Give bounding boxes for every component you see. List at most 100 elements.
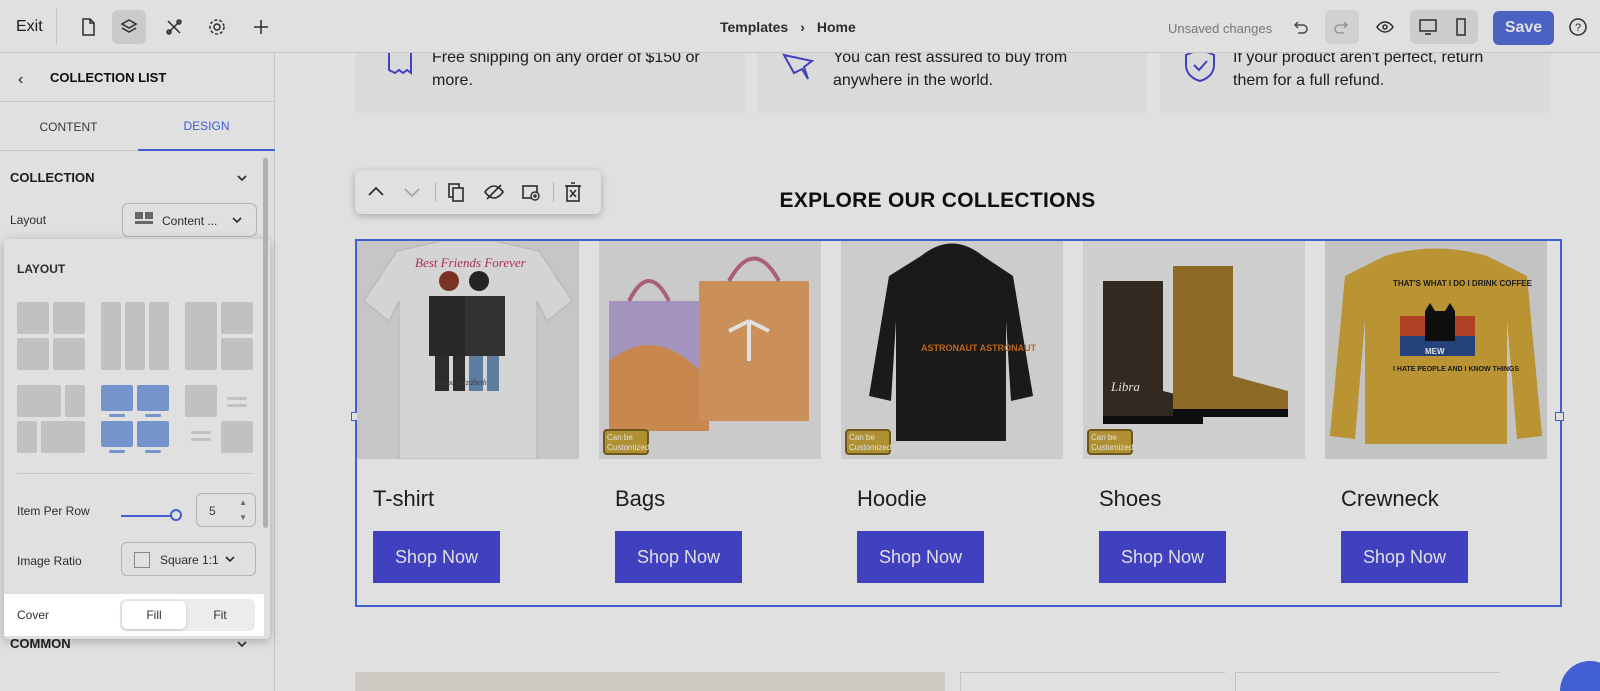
next-section-card [960, 672, 1225, 691]
breadcrumb-home[interactable]: Home [817, 19, 856, 35]
section-collection-title: COLLECTION [10, 170, 95, 185]
exit-button[interactable]: Exit [16, 18, 43, 36]
sidebar-tabs: CONTENT DESIGN [0, 101, 275, 151]
slider-handle[interactable] [170, 509, 182, 521]
page-canvas: Free shipping on any order of $150 or mor… [275, 53, 1600, 691]
scrollbar[interactable] [263, 158, 268, 528]
layout-grid-icon [135, 212, 153, 224]
collection-list[interactable]: Best Friends Forever Diane Elizabeth T-s… [351, 239, 1564, 607]
square-ratio-icon [134, 552, 150, 568]
tshirt-image[interactable]: Best Friends Forever Diane Elizabeth [357, 241, 579, 459]
shop-now-button[interactable]: Shop Now [615, 531, 742, 583]
desktop-icon[interactable] [1412, 10, 1444, 44]
breadcrumb-templates[interactable]: Templates [720, 19, 788, 35]
preview-eye-icon[interactable] [1368, 10, 1402, 44]
collection-title: Shoes [1099, 486, 1162, 511]
chat-widget-button[interactable] [1560, 661, 1600, 691]
layout-popover: LAYOUT Item Per Row 5 ▲ ▼ Image Ratio Sq… [4, 239, 270, 639]
next-section-card [1235, 672, 1500, 691]
shop-now-button[interactable]: Shop Now [857, 531, 984, 583]
feature-text: You can rest assured to buy from anywhere… [833, 53, 1068, 89]
next-section-image [355, 672, 945, 691]
plane-icon [782, 53, 815, 80]
feature-text: Free shipping on any order of $150 or mor… [432, 53, 700, 89]
customized-badge: Can be Customized [1087, 429, 1133, 455]
shop-now-button[interactable]: Shop Now [373, 531, 500, 583]
hoodie-print-text: ASTRONAUT ASTRONAUT [921, 343, 1037, 353]
crewneck-image[interactable]: THAT'S WHAT I DO I DRINK COFFEE MEW I HA… [1325, 241, 1547, 459]
layout-option-grid-2x2[interactable] [17, 302, 85, 370]
divider [17, 473, 253, 474]
back-arrow-icon[interactable]: ‹ [18, 71, 23, 89]
image-ratio-select[interactable]: Square 1:1 [121, 542, 256, 576]
shop-now-button[interactable]: Shop Now [1341, 531, 1468, 583]
tools-icon[interactable] [157, 10, 191, 44]
tab-design[interactable]: DESIGN [138, 102, 275, 151]
crewneck-top-text: THAT'S WHAT I DO I DRINK COFFEE [1393, 279, 1533, 288]
chevron-down-icon[interactable] [236, 638, 248, 650]
stepper-up-icon[interactable]: ▲ [239, 498, 247, 507]
section-common-title: COMMON [10, 636, 71, 651]
collection-title: Hoodie [857, 486, 927, 511]
tshirt-names-text: Diane Elizabeth [434, 378, 487, 387]
layout-label: Layout [10, 213, 47, 227]
shop-now-button[interactable]: Shop Now [1099, 531, 1226, 583]
sidebar-title: COLLECTION LIST [50, 70, 167, 85]
crewneck-bottom-text: I HATE PEOPLE AND I KNOW THINGS [1393, 366, 1519, 373]
cover-row: Cover Fill Fit [4, 594, 264, 636]
collection-title: Crewneck [1341, 486, 1439, 511]
cover-fill-option[interactable]: Fill [122, 601, 186, 629]
chevron-down-icon [225, 556, 235, 563]
feature-text: If your product aren't perfect, return th… [1233, 53, 1484, 89]
undo-icon[interactable] [1283, 10, 1317, 44]
chevron-down-icon[interactable] [236, 172, 248, 184]
item-per-row-value: 5 [209, 504, 216, 518]
mobile-icon[interactable] [1446, 10, 1476, 44]
customized-badge: Can be Customized [845, 429, 891, 455]
shoe-print-text: Libra [1110, 379, 1140, 394]
layout-option-content-selected[interactable] [101, 385, 169, 453]
item-per-row-slider[interactable] [121, 515, 177, 517]
item-per-row-label: Item Per Row [17, 504, 90, 518]
unsaved-status: Unsaved changes [1168, 21, 1273, 36]
shield-icon [1185, 53, 1215, 83]
bags-image[interactable]: Can be Customized [599, 241, 821, 459]
collection-title: Bags [615, 486, 666, 511]
settings-gear-icon[interactable] [200, 10, 234, 44]
breadcrumb: Templates › Home [720, 19, 856, 35]
shoes-image[interactable]: Libra Can be Customized [1083, 241, 1305, 459]
tshirt-script-text: Best Friends Forever [415, 255, 527, 270]
chevron-down-icon [232, 217, 242, 224]
layout-option-list[interactable] [185, 385, 253, 453]
layout-select-value: Content ... [162, 214, 218, 228]
cover-fit-option[interactable]: Fit [188, 601, 252, 629]
chevron-right-icon: › [800, 19, 805, 35]
save-button[interactable]: Save [1493, 11, 1554, 45]
crewneck-meow-text: MEW [1425, 347, 1445, 356]
top-bar: Exit Templates › Home Unsaved changes Sa… [0, 0, 1600, 53]
collections-heading: EXPLORE OUR COLLECTIONS [779, 189, 1096, 212]
redo-icon[interactable] [1325, 10, 1359, 44]
layout-option-mosaic[interactable] [17, 385, 85, 453]
image-ratio-label: Image Ratio [17, 554, 82, 568]
pages-icon[interactable] [71, 10, 105, 44]
help-icon[interactable]: ? [1561, 10, 1595, 44]
stepper-down-icon[interactable]: ▼ [239, 513, 247, 522]
item-per-row-input[interactable]: 5 ▲ ▼ [196, 493, 256, 527]
layout-panel-title: LAYOUT [17, 262, 66, 276]
image-ratio-value: Square 1:1 [160, 553, 219, 567]
layout-option-carousel[interactable] [101, 302, 169, 370]
layers-icon[interactable] [112, 10, 146, 44]
layout-select[interactable]: Content ... [122, 203, 257, 237]
receipt-icon [388, 53, 412, 75]
cover-segmented-control: Fill Fit [120, 599, 255, 631]
add-icon[interactable] [244, 10, 278, 44]
customized-badge: Can be Customized [603, 429, 649, 455]
divider [56, 8, 57, 44]
resize-handle[interactable] [1555, 412, 1564, 421]
cover-label: Cover [17, 608, 50, 622]
svg-text:?: ? [1575, 22, 1581, 34]
layout-option-split[interactable] [185, 302, 253, 370]
hoodie-image[interactable]: ASTRONAUT ASTRONAUT Can be Customized [841, 241, 1063, 459]
tab-content[interactable]: CONTENT [0, 102, 137, 151]
